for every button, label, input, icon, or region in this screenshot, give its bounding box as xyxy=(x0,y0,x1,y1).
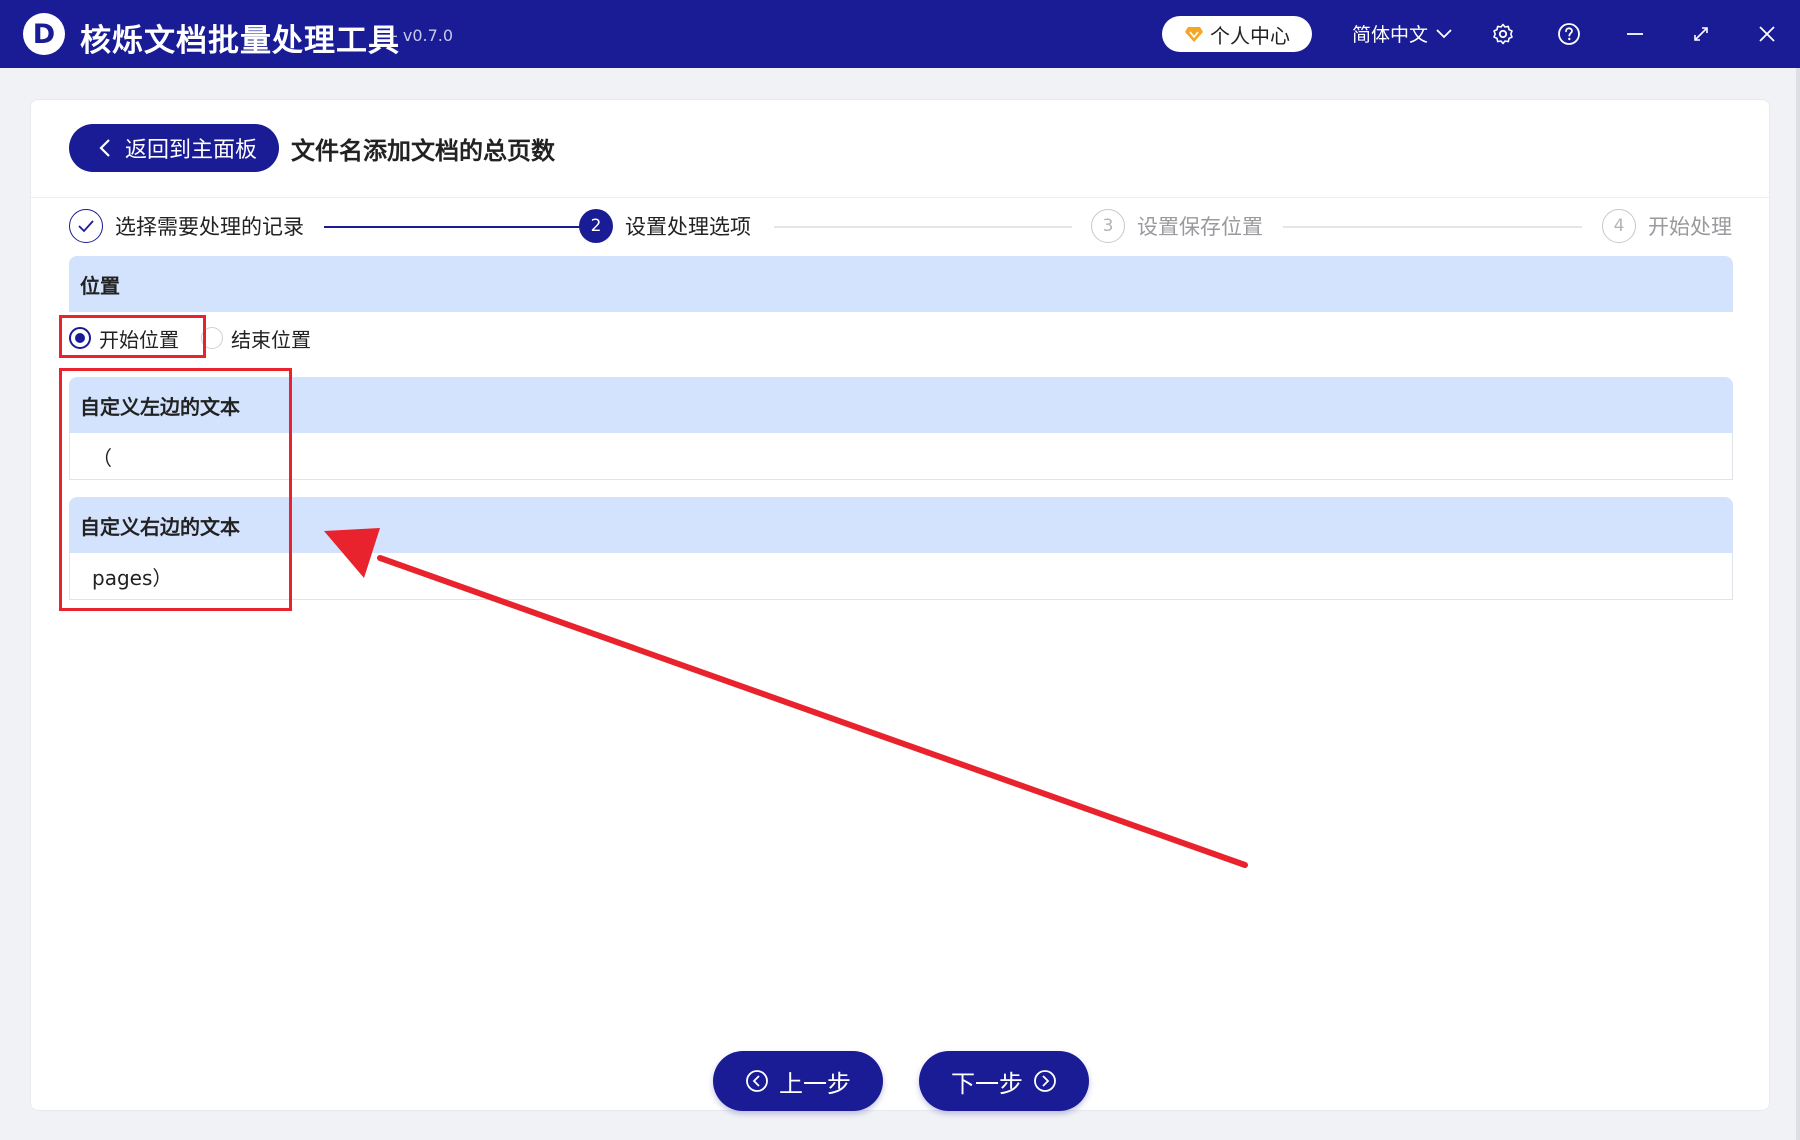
user-center-button[interactable]: 个人中心 xyxy=(1162,16,1312,52)
divider xyxy=(31,197,1769,198)
language-label: 简体中文 xyxy=(1352,24,1429,46)
page-title: 文件名添加文档的总页数 xyxy=(291,137,555,165)
step-connector xyxy=(324,226,592,228)
step-connector xyxy=(1283,226,1582,228)
radio-end-position[interactable]: 结束位置 xyxy=(201,324,311,353)
next-step-button[interactable]: 下一步 xyxy=(919,1051,1089,1111)
settings-gear-icon[interactable] xyxy=(1489,20,1517,48)
step-set-save-location: 3 设置保存位置 xyxy=(1091,207,1263,245)
radio-button[interactable] xyxy=(201,327,223,349)
step-label: 选择需要处理的记录 xyxy=(115,215,304,239)
step-label: 开始处理 xyxy=(1648,215,1732,239)
chevron-left-icon xyxy=(99,138,111,158)
circle-chevron-right-icon xyxy=(1033,1069,1057,1093)
user-center-label: 个人中心 xyxy=(1210,23,1290,48)
title-bar: D 核烁文档批量处理工具 - v0.7.0 个人中心 简体中文 xyxy=(0,0,1800,68)
back-button-label: 返回到主面板 xyxy=(125,137,258,162)
step-connector xyxy=(774,226,1072,228)
maximize-icon[interactable] xyxy=(1687,20,1715,48)
right-text-section-heading: 自定义右边的文本 xyxy=(69,497,1733,553)
step-set-options: 2 设置处理选项 xyxy=(579,207,751,245)
step-number: 3 xyxy=(1091,209,1125,243)
next-step-label: 下一步 xyxy=(951,1070,1023,1098)
main-panel: 返回到主面板 文件名添加文档的总页数 选择需要处理的记录 2 设置处理选项 3 … xyxy=(30,99,1770,1111)
position-section-heading: 位置 xyxy=(69,256,1733,312)
step-select-records: 选择需要处理的记录 xyxy=(69,207,304,245)
language-select[interactable]: 简体中文 xyxy=(1352,20,1452,47)
position-radio-group: 开始位置 结束位置 xyxy=(69,318,333,358)
right-text-input[interactable] xyxy=(69,553,1733,600)
left-text-section-heading: 自定义左边的文本 xyxy=(69,377,1733,433)
close-icon[interactable] xyxy=(1753,20,1781,48)
vip-diamond-icon xyxy=(1185,27,1203,42)
step-number: 2 xyxy=(579,209,613,243)
previous-step-button[interactable]: 上一步 xyxy=(713,1051,883,1111)
left-text-input[interactable] xyxy=(69,433,1733,480)
radio-start-position[interactable]: 开始位置 xyxy=(69,324,179,353)
window-edge xyxy=(1796,68,1800,1140)
app-title: 核烁文档批量处理工具 xyxy=(80,23,400,59)
radio-label: 开始位置 xyxy=(99,327,179,352)
circle-chevron-left-icon xyxy=(745,1069,769,1093)
radio-label: 结束位置 xyxy=(231,327,311,352)
help-icon[interactable] xyxy=(1555,20,1583,48)
step-check-icon xyxy=(69,209,103,243)
back-to-dashboard-button[interactable]: 返回到主面板 xyxy=(69,124,279,172)
radio-button-checked[interactable] xyxy=(69,327,91,349)
minimize-icon[interactable] xyxy=(1621,20,1649,48)
step-label: 设置保存位置 xyxy=(1137,215,1263,239)
previous-step-label: 上一步 xyxy=(779,1070,851,1098)
app-logo-icon: D xyxy=(23,13,65,55)
chevron-down-icon xyxy=(1436,28,1452,38)
step-label: 设置处理选项 xyxy=(625,215,751,239)
app-version: - v0.7.0 xyxy=(392,26,454,45)
step-start-processing: 4 开始处理 xyxy=(1602,207,1732,245)
step-number: 4 xyxy=(1602,209,1636,243)
